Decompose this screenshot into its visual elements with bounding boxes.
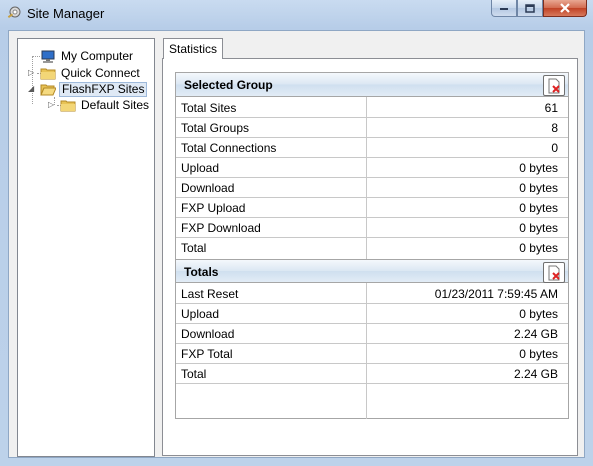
clear-icon <box>548 265 560 280</box>
stat-value: 8 <box>551 121 558 135</box>
tree-item-label: My Computer <box>61 49 134 63</box>
stat-key: Last Reset <box>181 287 239 301</box>
stat-row: Upload 0 bytes <box>176 158 568 178</box>
stat-row: Last Reset 01/23/2011 7:59:45 AM <box>176 284 568 304</box>
section-title: Selected Group <box>184 78 273 92</box>
stat-value: 0 bytes <box>519 201 558 215</box>
stat-value: 0 <box>551 141 558 155</box>
stat-row: Total Groups 8 <box>176 118 568 138</box>
minimize-icon <box>500 8 508 10</box>
stat-row: Total 0 bytes <box>176 238 568 258</box>
clear-totals-button[interactable] <box>543 262 565 283</box>
tree-item-label: Default Sites <box>81 98 150 112</box>
stat-value: 0 bytes <box>519 347 558 361</box>
stat-key: Total Connections <box>181 141 277 155</box>
stat-value: 2.24 GB <box>513 327 558 341</box>
stat-key: FXP Total <box>181 347 233 361</box>
client-area: My Computer ▷ Quick Connect ◢ FlashFXP S… <box>8 30 585 458</box>
maximize-button[interactable] <box>517 0 543 17</box>
stat-row: FXP Download 0 bytes <box>176 218 568 238</box>
site-tree[interactable]: My Computer ▷ Quick Connect ◢ FlashFXP S… <box>17 38 155 457</box>
statistics-panel: Selected Group Total Sites 61 Total Grou… <box>162 58 578 456</box>
tree-item-default-sites[interactable]: Default Sites <box>60 97 151 113</box>
stat-value: 0 bytes <box>519 161 558 175</box>
expand-icon[interactable]: ▷ <box>48 100 57 109</box>
stat-value: 61 <box>544 101 558 115</box>
close-button[interactable] <box>543 0 587 17</box>
caption-buttons <box>491 0 587 18</box>
stat-row: Upload 0 bytes <box>176 304 568 324</box>
tree-item-flashfxp-sites[interactable]: FlashFXP Sites <box>40 81 148 97</box>
statistics-grid: Selected Group Total Sites 61 Total Grou… <box>175 72 569 419</box>
stat-key: Upload <box>181 161 220 175</box>
stat-value: 2.24 GB <box>513 367 558 381</box>
stat-value: 0 bytes <box>519 241 558 255</box>
folder-icon <box>40 67 56 80</box>
minimize-button[interactable] <box>491 0 517 17</box>
stat-row: Total Sites 61 <box>176 98 568 118</box>
section-title: Totals <box>184 265 219 279</box>
folder-icon <box>60 99 76 112</box>
site-manager-window: Site Manager My Computer ▷ Quick Connect… <box>0 0 593 466</box>
stat-value: 0 bytes <box>519 307 558 321</box>
stat-row: Total 2.24 GB <box>176 364 568 384</box>
open-folder-icon <box>40 83 57 96</box>
stat-key: FXP Download <box>181 221 261 235</box>
stat-key: FXP Upload <box>181 201 246 215</box>
tree-item-label: FlashFXP Sites <box>59 81 148 97</box>
stat-row: FXP Total 0 bytes <box>176 344 568 364</box>
stat-value: 0 bytes <box>519 181 558 195</box>
stat-key: Total Sites <box>181 101 237 115</box>
expand-icon[interactable]: ▷ <box>28 68 37 77</box>
stat-key: Download <box>181 181 235 195</box>
title-bar[interactable]: Site Manager <box>0 0 593 26</box>
stat-value: 01/23/2011 7:59:45 AM <box>434 287 558 301</box>
stat-key: Download <box>181 327 235 341</box>
window-title: Site Manager <box>27 6 105 21</box>
tree-item-label: Quick Connect <box>61 66 140 80</box>
stat-key: Upload <box>181 307 220 321</box>
tree-item-my-computer[interactable]: My Computer <box>40 48 135 64</box>
stat-key: Total <box>181 241 207 255</box>
stat-row: Download 2.24 GB <box>176 324 568 344</box>
computer-icon <box>40 50 56 63</box>
stat-row: FXP Upload 0 bytes <box>176 198 568 218</box>
stat-value: 0 bytes <box>519 221 558 235</box>
maximize-icon <box>525 3 535 13</box>
tab-statistics[interactable]: Statistics <box>163 38 223 59</box>
stat-key: Total <box>181 367 207 381</box>
app-icon <box>6 5 22 21</box>
clear-icon <box>548 78 560 93</box>
stat-key: Total Groups <box>181 121 250 135</box>
stat-row: Total Connections 0 <box>176 138 568 158</box>
tree-item-quick-connect[interactable]: Quick Connect <box>40 65 142 81</box>
stat-row: Download 0 bytes <box>176 178 568 198</box>
selected-group-header: Selected Group <box>176 73 568 97</box>
close-icon <box>560 3 570 13</box>
collapse-icon[interactable]: ◢ <box>28 84 37 93</box>
totals-header: Totals <box>176 259 568 283</box>
clear-selected-group-button[interactable] <box>543 75 565 96</box>
